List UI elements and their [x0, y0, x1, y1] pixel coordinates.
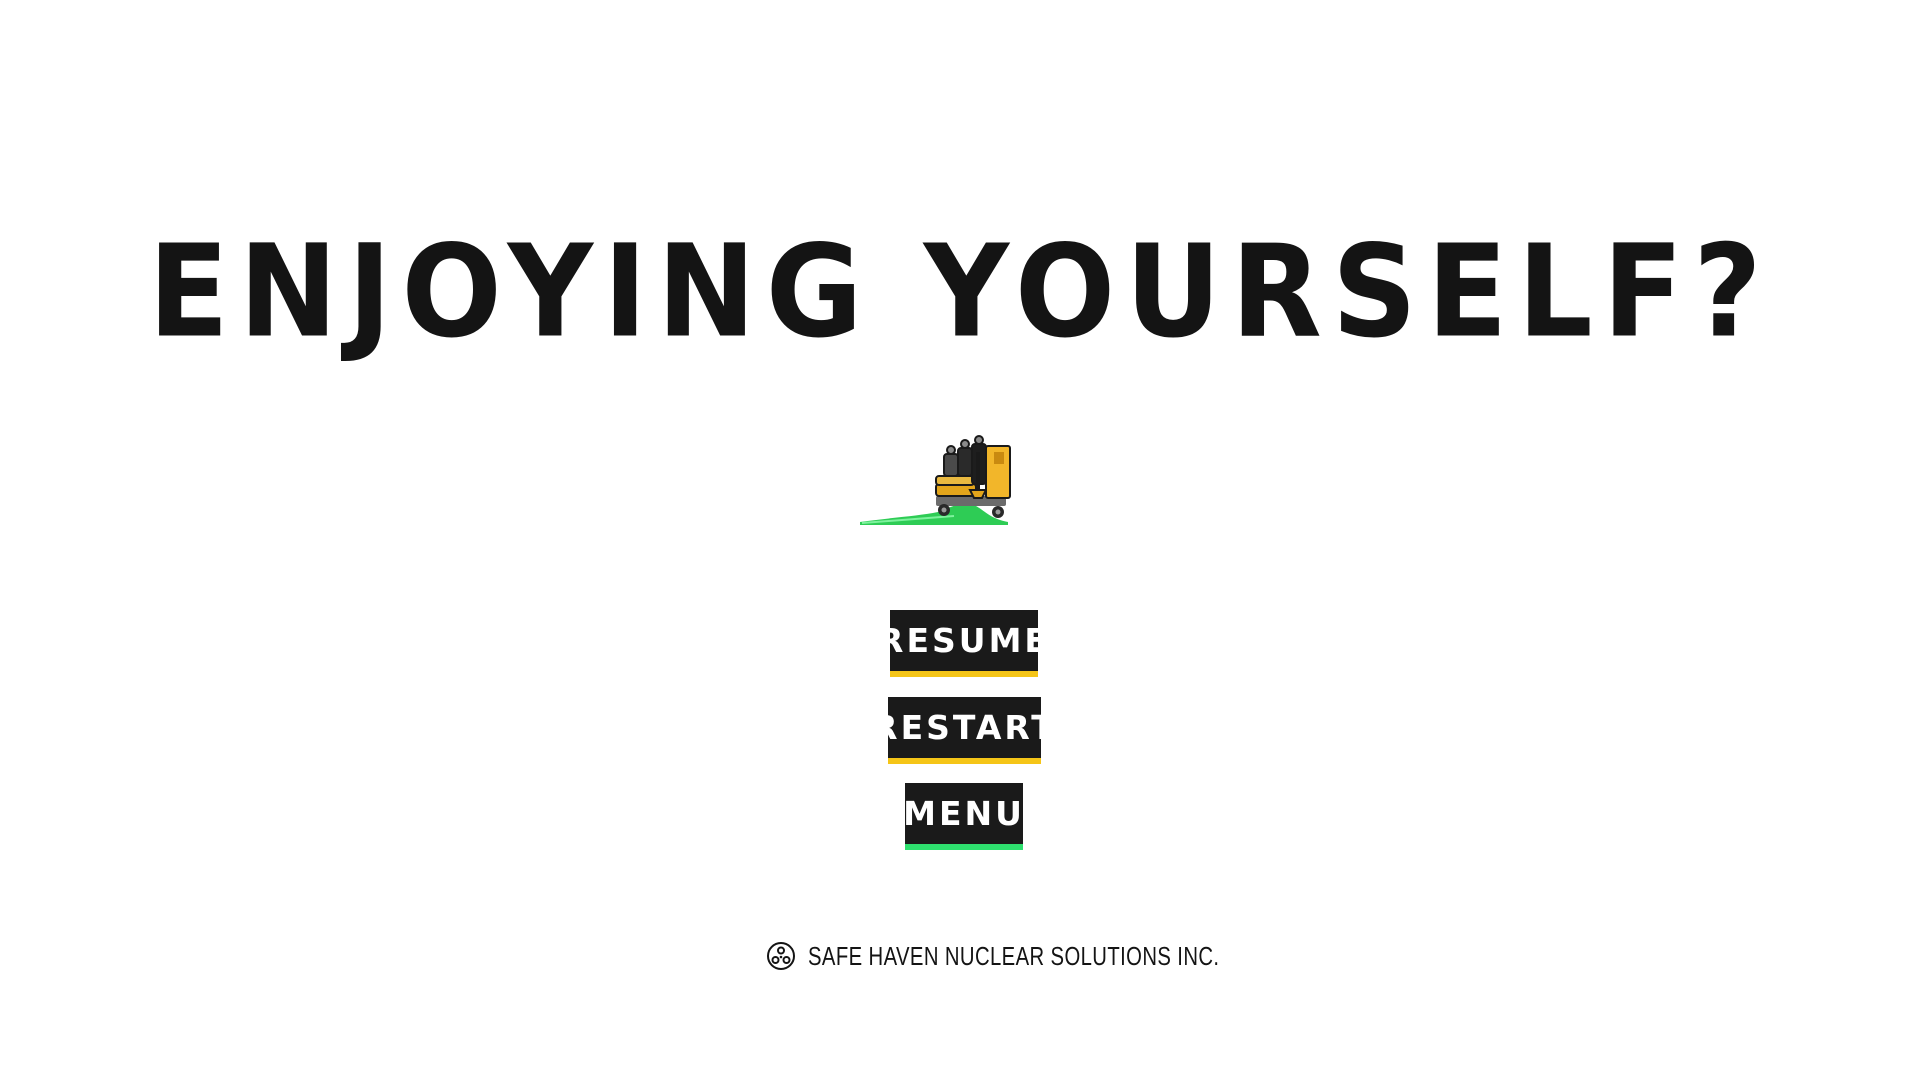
- radiation-trefoil-icon: [766, 941, 796, 971]
- resume-button[interactable]: RESUME: [878, 610, 1047, 677]
- menu-button-accent: [905, 844, 1023, 850]
- restart-button[interactable]: RESTART: [872, 697, 1054, 764]
- resume-button-label: RESUME: [878, 621, 1050, 660]
- restart-button-label: RESTART: [872, 708, 1057, 747]
- menu-button[interactable]: MENU: [903, 783, 1025, 850]
- menu-button-label: MENU: [903, 794, 1025, 833]
- restart-button-accent: [888, 758, 1041, 764]
- company-footer: SAFE HAVEN NUCLEAR SOLUTIONS INC.: [766, 938, 1335, 974]
- company-name: SAFE HAVEN NUCLEAR SOLUTIONS INC.: [808, 940, 1220, 971]
- pause-menu: RESUME RESTART MENU: [0, 0, 1920, 1080]
- resume-button-accent: [890, 671, 1038, 677]
